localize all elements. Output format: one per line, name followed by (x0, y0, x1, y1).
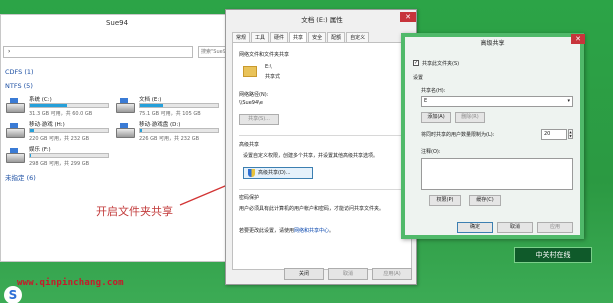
drive-icon (5, 148, 25, 163)
advanced-sharing-label: 高级共享(D)... (258, 170, 291, 176)
drive-usage-bar (139, 128, 219, 133)
tab-sharing[interactable]: 共享 (289, 32, 308, 42)
share-state: 共享式 (265, 74, 281, 80)
explorer-window: Sue94 › 搜索"Sue94" CDFS (1) NTFS (5) 系统 (… (0, 14, 232, 262)
site-url: www.qinpinchang.com (17, 278, 124, 288)
drive-usage-bar (29, 128, 109, 133)
ok-button[interactable]: 确定 (457, 222, 493, 233)
add-button[interactable]: 添加(A) (421, 112, 451, 123)
network-path-label: 网络路径(N): (239, 92, 269, 98)
user-limit-stepper[interactable]: ▲ ▼ (568, 129, 573, 139)
password-link-suffix: 。 (329, 228, 335, 234)
annotation-text: 开启文件夹共享 (96, 205, 173, 218)
share-folder-checkbox[interactable]: ✓ (413, 60, 419, 66)
drive-free-space: 31.3 GB 可用，共 60.0 GB (29, 111, 93, 117)
apply-button[interactable]: 应用 (537, 222, 573, 233)
notes-label: 注释(O): (421, 149, 441, 155)
drive-item[interactable]: 移动·游戏 (H:) 220 GB 可用，共 232 GB (5, 120, 115, 144)
drive-item[interactable]: 文档 (E:) 75.1 GB 可用，共 105 GB (115, 95, 225, 119)
drive-free-space: 75.1 GB 可用，共 105 GB (139, 111, 201, 117)
drive-name: 系统 (C:) (29, 97, 52, 103)
caching-button[interactable]: 缓存(C) (469, 195, 501, 206)
tab-general[interactable]: 常规 (232, 32, 251, 42)
section-advanced-sharing: 高级共享 (239, 142, 260, 148)
password-description: 用户必须具有此计算机的用户帐户和密码，才能访问共享文件夹。 (239, 206, 385, 212)
folder-path: E:\ (265, 64, 272, 70)
uac-shield-icon (248, 169, 255, 177)
network-path-value: \\Sue94\e (239, 100, 263, 106)
tab-security[interactable]: 安全 (308, 32, 327, 42)
desktop: Sue94 › 搜索"Sue94" CDFS (1) NTFS (5) 系统 (… (0, 0, 613, 303)
advanced-sharing-dialog: 高级共享 ✕ ✓ 共享此文件夹(S) 设置 共享名(H): E ▾ 添加(A) … (401, 33, 585, 239)
section-password-protection: 密码保护 (239, 195, 260, 201)
share-name-select[interactable]: E ▾ (421, 96, 573, 107)
advanced-sharing-button[interactable]: 高级共享(D)... (243, 167, 313, 179)
divider (239, 189, 407, 190)
properties-dialog: 文档 (E:) 属性 ✕ 常规 工具 硬件 共享 安全 配额 自定义 网络文件和… (225, 9, 417, 285)
sharing-pane: 网络文件和文件夹共享 E:\ 共享式 网络路径(N): \\Sue94\e 共享… (232, 42, 412, 270)
address-bar[interactable]: › (3, 46, 193, 58)
dialog-title: 文档 (E:) 属性 (301, 16, 343, 24)
cancel-button[interactable]: 取消 (497, 222, 533, 233)
notes-textarea[interactable] (421, 158, 573, 190)
drive-usage-fill (30, 104, 68, 107)
network-sharing-center-link[interactable]: 网络和共享中心 (294, 228, 329, 234)
drive-usage-fill (30, 154, 31, 157)
drive-usage-fill (140, 104, 163, 107)
password-change-line: 若要更改此设置，请使用网络和共享中心。 (239, 227, 334, 234)
drive-usage-fill (30, 129, 34, 132)
close-button[interactable]: ✕ (571, 34, 585, 44)
drive-free-space: 226 GB 可用，共 232 GB (139, 136, 200, 142)
tab-strip: 常规 工具 硬件 共享 安全 配额 自定义 (232, 32, 370, 42)
chevron-down-icon: ▾ (567, 98, 570, 104)
drive-item[interactable]: 系统 (C:) 31.3 GB 可用，共 60.0 GB (5, 95, 115, 119)
drive-icon (115, 98, 135, 113)
drive-icon (5, 123, 25, 138)
share-name-label: 共享名(H): (421, 88, 446, 94)
tab-hardware[interactable]: 硬件 (270, 32, 289, 42)
remove-button[interactable]: 删除(R) (455, 112, 485, 123)
section-ntfs[interactable]: NTFS (5) (5, 82, 33, 90)
drive-usage-bar (139, 103, 219, 108)
drive-item[interactable]: 移动·游戏盘 (D:) 226 GB 可用，共 232 GB (115, 120, 225, 144)
drive-icon (5, 98, 25, 113)
drive-name: 文档 (E:) (139, 97, 162, 103)
section-cdfs[interactable]: CDFS (1) (5, 68, 34, 76)
watermark-logo: 中关村在线 (514, 247, 592, 263)
drive-free-space: 298 GB 可用，共 299 GB (29, 161, 90, 167)
drive-item[interactable]: 娱乐 (F:) 298 GB 可用，共 299 GB (5, 145, 115, 169)
drive-name: 移动·游戏 (H:) (29, 122, 65, 128)
advanced-description: 设置自定义权限，创建多个共享，并设置其他高级共享选项。 (243, 153, 379, 159)
share-button[interactable]: 共享(S)... (239, 114, 279, 125)
close-button[interactable]: ✕ (400, 12, 416, 22)
drive-free-space: 220 GB 可用，共 232 GB (29, 136, 90, 142)
permissions-button[interactable]: 权限(P) (429, 195, 461, 206)
password-link-prefix: 若要更改此设置，请使用 (239, 228, 295, 234)
drive-usage-bar (29, 103, 109, 108)
settings-label: 设置 (413, 75, 424, 81)
tab-tools[interactable]: 工具 (251, 32, 270, 42)
explorer-title: Sue94 (105, 19, 129, 27)
share-folder-label: 共享此文件夹(S) (422, 61, 460, 67)
tab-quota[interactable]: 配额 (327, 32, 346, 42)
share-name-value: E (424, 98, 428, 104)
close-dialog-button[interactable]: 关闭 (284, 268, 324, 280)
site-logo-icon: S (4, 286, 22, 303)
drive-icon (243, 66, 257, 77)
cancel-button[interactable]: 取消 (328, 268, 368, 280)
tab-customize[interactable]: 自定义 (346, 32, 370, 42)
drive-name: 娱乐 (F:) (29, 147, 51, 153)
drive-name: 移动·游戏盘 (D:) (139, 122, 181, 128)
divider (239, 135, 407, 136)
drive-icon (115, 123, 135, 138)
drive-usage-fill (140, 129, 143, 132)
section-network-sharing: 网络文件和文件夹共享 (239, 52, 290, 58)
drive-usage-bar (29, 153, 109, 158)
dialog-title: 高级共享 (480, 40, 505, 47)
apply-button[interactable]: 应用(A) (372, 268, 412, 280)
user-limit-input[interactable]: 20 (541, 129, 567, 140)
user-limit-label: 将同时共享的用户数量限制为(L): (421, 132, 495, 138)
section-unspecified[interactable]: 未指定 (6) (5, 172, 36, 182)
